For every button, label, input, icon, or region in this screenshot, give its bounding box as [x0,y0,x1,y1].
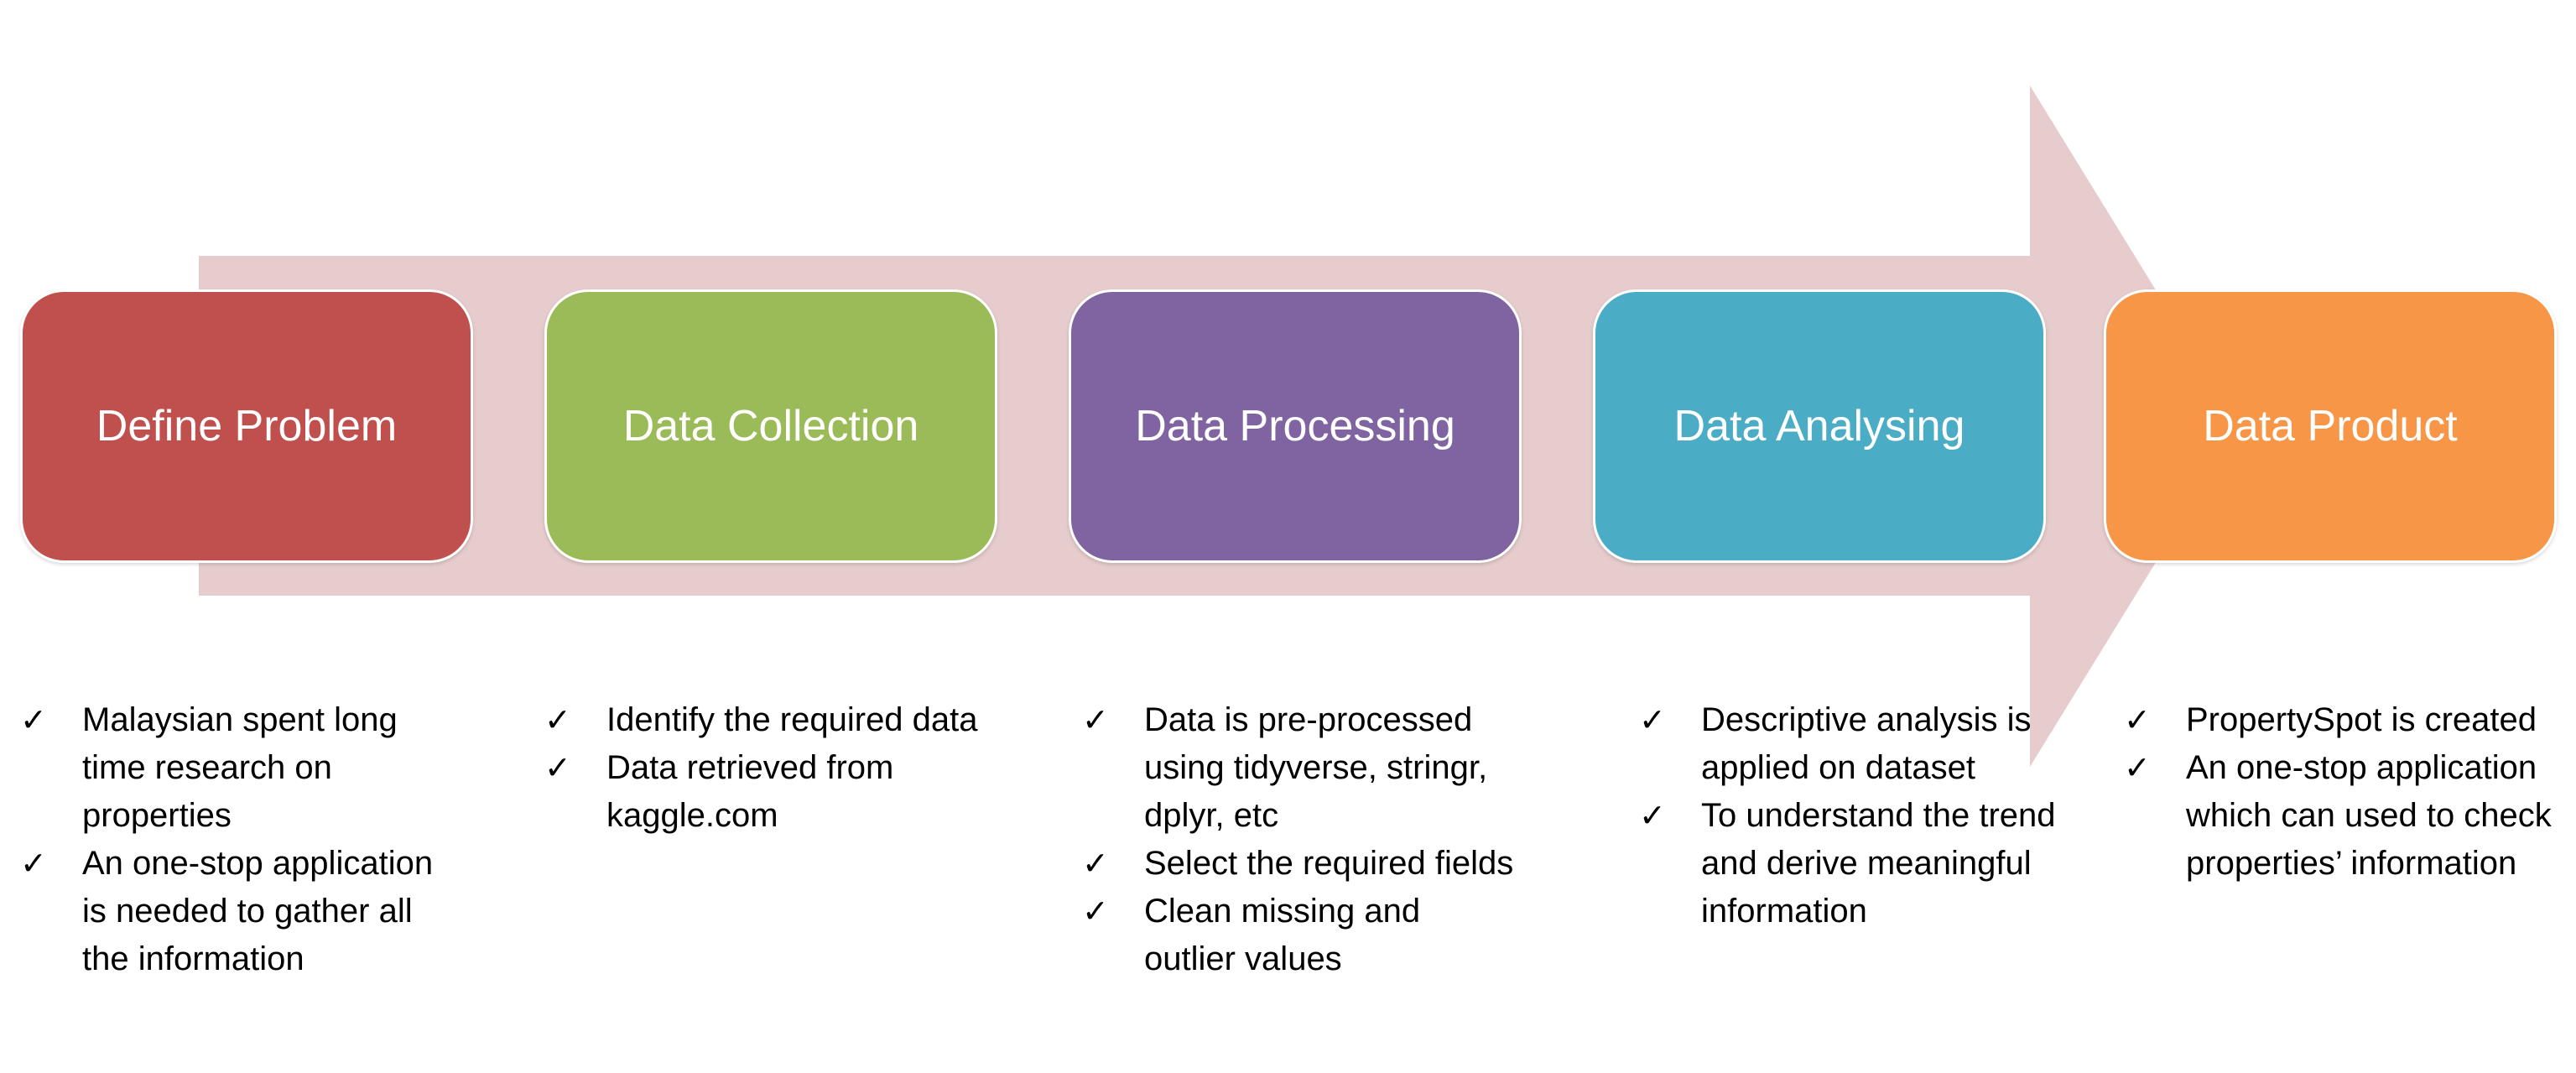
check-icon: ✓ [544,749,571,786]
bullets-data-analysing: ✓ Descriptive analysis is applied on dat… [1639,696,2092,935]
stage-data-product: Data Product [2104,289,2557,563]
check-icon: ✓ [2124,749,2151,786]
bullet-item: ✓ PropertySpot is created [2124,696,2568,744]
check-icon: ✓ [1639,797,1666,834]
check-icon: ✓ [1082,845,1109,882]
bullet-item: ✓ Data retrieved from kaggle.com [544,744,981,840]
check-icon: ✓ [20,845,47,882]
bullet-item: ✓ Descriptive analysis is applied on dat… [1639,696,2092,792]
stage-data-analysing: Data Analysing [1593,289,2046,563]
stage-data-collection: Data Collection [544,289,997,563]
bullet-text: An one-stop application which can used t… [2186,749,2552,882]
bullet-text: To understand the trend and derive meani… [1701,797,2056,930]
bullet-item: ✓ An one-stop application which can used… [2124,744,2568,888]
bullet-item: ✓ Select the required fields [1082,840,1518,888]
bullet-text: Data retrieved from kaggle.com [606,749,894,834]
bullet-item: ✓ An one-stop application is needed to g… [20,840,456,983]
check-icon: ✓ [20,701,47,738]
check-icon: ✓ [544,701,571,738]
check-icon: ✓ [1639,701,1666,738]
bullet-item: ✓ Clean missing and outlier values [1082,888,1518,983]
check-icon: ✓ [2124,701,2151,738]
bullet-text: Malaysian spent long time research on pr… [82,701,398,834]
bullet-item: ✓ To understand the trend and derive mea… [1639,792,2092,935]
bullet-text: PropertySpot is created [2186,701,2537,738]
bullet-text: Select the required fields [1144,845,1514,882]
bullet-text: Descriptive analysis is applied on datas… [1701,701,2032,786]
stage-label: Define Problem [96,402,398,451]
stage-data-processing: Data Processing [1069,289,1522,563]
bullet-text: Data is pre-processed using tidyverse, s… [1144,701,1488,834]
bullet-item: ✓ Identify the required data [544,696,981,744]
bullets-define-problem: ✓ Malaysian spent long time research on … [20,696,456,983]
stage-define-problem: Define Problem [20,289,473,563]
stage-label: Data Processing [1135,402,1455,451]
bullets-data-collection: ✓ Identify the required data ✓ Data retr… [544,696,981,840]
bullet-text: An one-stop application is needed to gat… [82,845,434,977]
stage-label: Data Analysing [1673,402,1965,451]
stage-label: Data Collection [622,402,919,451]
bullet-text: Clean missing and outlier values [1144,893,1421,977]
check-icon: ✓ [1082,701,1109,738]
bullet-item: ✓ Malaysian spent long time research on … [20,696,456,840]
check-icon: ✓ [1082,893,1109,930]
bullet-item: ✓ Data is pre-processed using tidyverse,… [1082,696,1518,840]
bullet-text: Identify the required data [606,701,978,738]
bullets-data-product: ✓ PropertySpot is created ✓ An one-stop … [2124,696,2568,888]
stage-label: Data Product [2203,402,2458,451]
bullets-data-processing: ✓ Data is pre-processed using tidyverse,… [1082,696,1518,983]
